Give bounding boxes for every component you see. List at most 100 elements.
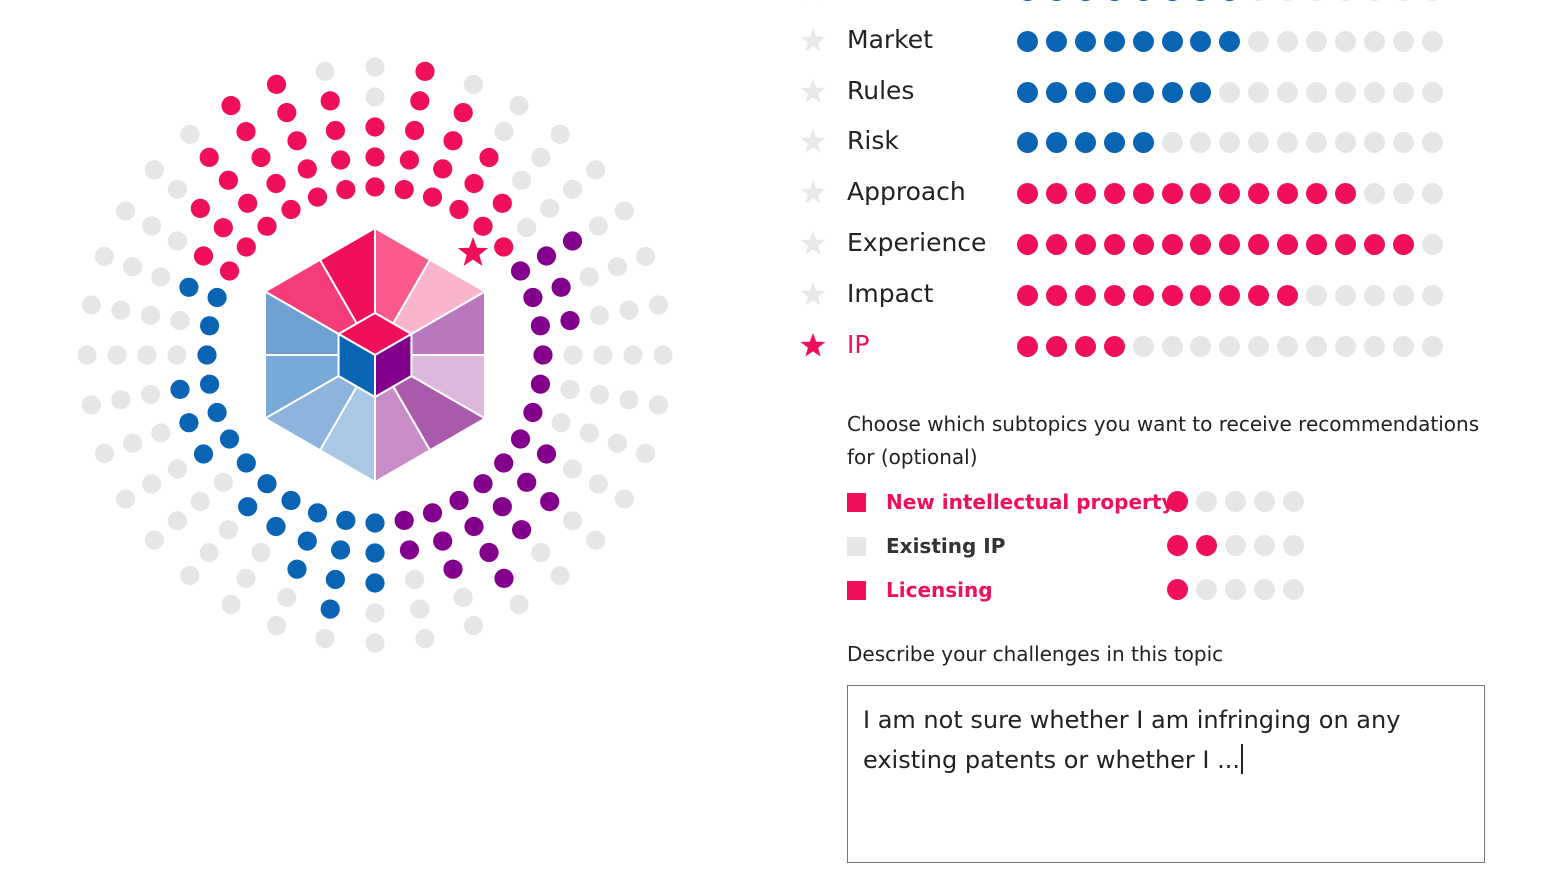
wheel-dot-purple[interactable]: [422, 503, 443, 523]
wheel-dot-blue[interactable]: [207, 402, 227, 423]
score-dot-filled[interactable]: [1248, 183, 1270, 205]
wheel-dot-empty[interactable]: [221, 594, 241, 615]
score-dot-filled[interactable]: [1248, 284, 1270, 306]
score-dot-empty[interactable]: [1363, 30, 1385, 52]
wheel-dot-pink[interactable]: [422, 187, 443, 207]
wheel-dot-empty[interactable]: [649, 395, 669, 415]
score-dot-empty[interactable]: [1161, 132, 1183, 154]
topic-row-approach[interactable]: Approach: [796, 175, 1496, 211]
wheel-dot-pink[interactable]: [320, 91, 340, 111]
wheel-dot-pink[interactable]: [199, 147, 219, 167]
score-dot-empty[interactable]: [1392, 30, 1414, 52]
wheel-dot-pink[interactable]: [297, 159, 317, 179]
wheel-dot-pink[interactable]: [287, 131, 307, 151]
wheel-dot-empty[interactable]: [315, 61, 335, 81]
topic-row-market[interactable]: Market: [796, 23, 1496, 59]
wheel-dot-empty[interactable]: [563, 345, 583, 365]
wheel-dot-pink[interactable]: [443, 131, 463, 151]
wheel-dot-empty[interactable]: [144, 160, 164, 180]
wheel-dot-pink[interactable]: [365, 177, 385, 197]
score-dot-empty[interactable]: [1254, 578, 1275, 600]
wheel-dot-empty[interactable]: [589, 305, 610, 325]
score-dot-empty[interactable]: [1219, 335, 1241, 357]
score-dot-filled[interactable]: [1017, 0, 1038, 1]
wheel-dot-empty[interactable]: [167, 345, 187, 365]
wheel-dot-empty[interactable]: [167, 511, 187, 531]
score-dot-filled[interactable]: [1219, 234, 1241, 255]
score-dot-filled[interactable]: [1074, 234, 1096, 255]
wheel-dot-blue[interactable]: [207, 287, 227, 308]
score-dot-empty[interactable]: [1334, 0, 1356, 1]
star-icon[interactable]: [800, 78, 826, 104]
wheel-dot-empty[interactable]: [560, 379, 580, 399]
star-icon[interactable]: [800, 230, 826, 256]
wheel-dot-purple[interactable]: [492, 497, 512, 517]
star-icon[interactable]: [800, 128, 826, 154]
subtopic-row[interactable]: Licensing: [847, 575, 1347, 605]
score-dot-empty[interactable]: [1363, 284, 1385, 306]
wheel-dot-empty[interactable]: [251, 542, 271, 563]
wheel-dot-empty[interactable]: [94, 443, 114, 464]
wheel-dot-empty[interactable]: [190, 492, 210, 512]
wheel-dot-empty[interactable]: [588, 474, 609, 494]
score-dot-empty[interactable]: [1283, 491, 1304, 512]
score-dot-empty[interactable]: [1225, 534, 1246, 556]
wheel-dot-empty[interactable]: [180, 124, 200, 144]
wheel-dot-empty[interactable]: [463, 616, 484, 636]
score-dot-empty[interactable]: [1363, 132, 1385, 154]
wheel-dot-purple[interactable]: [399, 540, 419, 560]
score-dot-empty[interactable]: [1283, 578, 1304, 600]
wheel-dot-blue[interactable]: [266, 516, 286, 537]
wheel-dot-blue[interactable]: [287, 559, 307, 579]
score-dot-filled[interactable]: [1045, 0, 1067, 1]
wheel-dot-pink[interactable]: [251, 147, 271, 168]
wheel-dot-blue[interactable]: [179, 277, 199, 297]
wheel-dot-blue[interactable]: [320, 599, 340, 619]
wheel-dot-empty[interactable]: [550, 124, 570, 144]
score-dot-filled[interactable]: [1103, 183, 1125, 205]
wheel-dot-purple[interactable]: [494, 568, 514, 589]
wheel-dot-empty[interactable]: [551, 413, 571, 433]
topic-row-impact[interactable]: Impact: [796, 277, 1496, 313]
score-dot-empty[interactable]: [1363, 183, 1385, 205]
wheel-dot-empty[interactable]: [453, 587, 473, 608]
star-icon[interactable]: [800, 179, 826, 205]
wheel-dot-purple[interactable]: [394, 510, 414, 530]
wheel-dot-pink[interactable]: [453, 103, 473, 123]
score-dot-empty[interactable]: [1306, 132, 1327, 154]
wheel-dot-purple[interactable]: [473, 474, 493, 494]
wheel-dot-empty[interactable]: [170, 311, 190, 331]
wheel-dot-purple[interactable]: [551, 277, 571, 297]
wheel-dot-pink[interactable]: [257, 216, 277, 236]
score-dot-filled[interactable]: [1161, 30, 1183, 52]
wheel-dot-empty[interactable]: [137, 345, 157, 365]
wheel-dot-blue[interactable]: [365, 513, 385, 533]
wheel-dot-blue[interactable]: [179, 413, 199, 433]
score-dot-filled[interactable]: [1190, 284, 1212, 306]
score-dot-empty[interactable]: [1306, 30, 1327, 52]
score-dot-empty[interactable]: [1334, 132, 1356, 154]
wheel-dot-pink[interactable]: [365, 147, 385, 167]
wheel-dot-empty[interactable]: [218, 520, 238, 540]
wheel-dot-blue[interactable]: [200, 316, 220, 336]
score-dot-filled[interactable]: [1045, 81, 1067, 103]
wheel-dot-pink[interactable]: [449, 199, 469, 220]
wheel-dot-empty[interactable]: [563, 179, 583, 199]
wheel-dot-empty[interactable]: [586, 160, 606, 180]
wheel-dot-empty[interactable]: [277, 587, 297, 608]
score-dot-filled[interactable]: [1248, 234, 1270, 255]
wheel-dot-empty[interactable]: [116, 201, 136, 221]
score-dot-empty[interactable]: [1421, 284, 1443, 306]
wheel-dot-empty[interactable]: [509, 96, 529, 116]
wheel-dot-empty[interactable]: [365, 603, 385, 623]
wheel-dot-purple[interactable]: [536, 246, 557, 266]
score-dot-filled[interactable]: [1392, 234, 1414, 255]
score-dot-empty[interactable]: [1421, 335, 1443, 357]
score-dot-filled[interactable]: [1306, 183, 1327, 205]
score-dot-empty[interactable]: [1248, 0, 1270, 1]
score-dot-filled[interactable]: [1045, 284, 1067, 306]
wheel-dot-empty[interactable]: [563, 511, 583, 531]
score-dot-filled[interactable]: [1277, 284, 1299, 306]
score-dot-filled[interactable]: [1196, 534, 1217, 556]
score-dot-empty[interactable]: [1248, 81, 1270, 103]
